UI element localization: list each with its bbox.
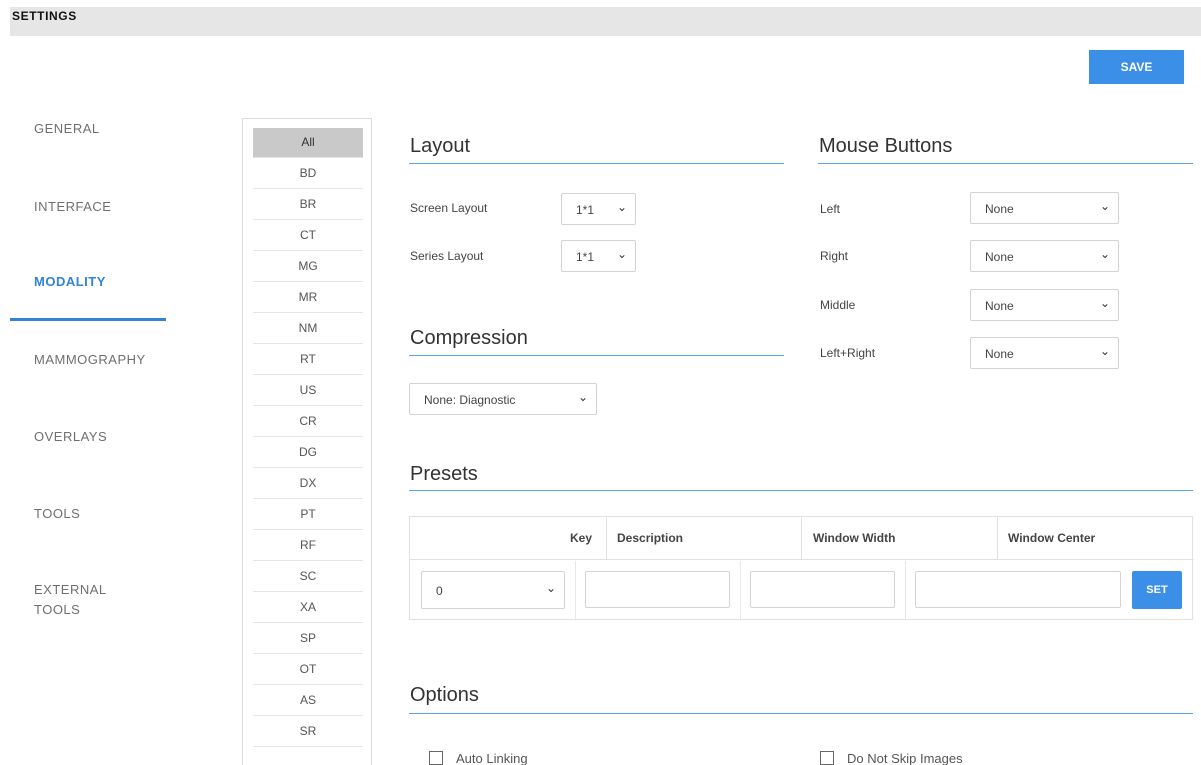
modality-item[interactable]: CR <box>253 407 363 437</box>
page-title: SETTINGS <box>12 9 77 23</box>
column-divider <box>606 517 607 560</box>
select-value: 1*1 <box>576 250 595 264</box>
series-layout-label: Series Layout <box>410 249 484 263</box>
cell-divider <box>575 561 576 619</box>
modality-item[interactable]: BR <box>253 190 363 220</box>
modality-item[interactable]: All <box>253 128 363 158</box>
cell-divider <box>740 561 741 619</box>
layout-heading: Layout <box>410 135 471 157</box>
preset-window-center-input[interactable] <box>915 571 1121 608</box>
chevron-down-icon: ⌄ <box>1099 344 1110 358</box>
mouse-left-right-select[interactable]: None ⌄ <box>970 337 1119 369</box>
select-value: None <box>985 202 1014 216</box>
header-key: Key <box>570 531 593 545</box>
mouse-left-select[interactable]: None ⌄ <box>970 192 1119 224</box>
active-tab-indicator <box>10 318 166 321</box>
select-value: None <box>985 250 1014 264</box>
mouse-left-label: Left <box>820 202 841 216</box>
auto-linking-label: Auto Linking <box>456 751 528 765</box>
modality-item[interactable]: NM <box>253 314 363 344</box>
chevron-down-icon: ⌄ <box>545 581 556 595</box>
select-value: 0 <box>436 584 443 598</box>
header-window-width: Window Width <box>813 531 896 545</box>
preset-key-select[interactable]: 0 ⌄ <box>421 571 565 609</box>
do-not-skip-images-checkbox[interactable] <box>820 751 834 765</box>
chevron-down-icon: ⌄ <box>616 247 627 261</box>
title-bar: SETTINGS <box>0 0 1201 36</box>
sidebar-item-label: TOOLS <box>34 602 81 617</box>
modality-item[interactable]: PT <box>253 500 363 530</box>
sidebar-item-label: EXTERNAL <box>34 582 107 597</box>
presets-divider <box>409 490 1193 491</box>
modality-item[interactable]: US <box>253 376 363 406</box>
screen-layout-label: Screen Layout <box>410 201 488 215</box>
modality-item[interactable]: SR <box>253 717 363 747</box>
compression-divider <box>409 355 784 356</box>
title-band <box>10 7 1201 36</box>
sidebar-item-interface[interactable]: INTERFACE <box>34 197 111 217</box>
header-description: Description <box>617 531 684 545</box>
mouse-buttons-divider <box>818 163 1193 164</box>
chevron-down-icon: ⌄ <box>1099 199 1110 213</box>
set-button[interactable]: SET <box>1132 571 1182 609</box>
mouse-middle-select[interactable]: None ⌄ <box>970 289 1119 321</box>
presets-heading: Presets <box>410 463 478 485</box>
screen-layout-select[interactable]: 1*1 ⌄ <box>561 193 636 225</box>
sidebar-item-tools[interactable]: TOOLS <box>34 504 80 524</box>
column-divider <box>997 517 998 560</box>
sidebar-item-overlays[interactable]: OVERLAYS <box>34 427 107 447</box>
modality-item[interactable]: OT <box>253 655 363 685</box>
compression-heading: Compression <box>410 327 528 349</box>
compression-select[interactable]: None: Diagnostic ⌄ <box>409 383 597 415</box>
modality-item[interactable]: MR <box>253 283 363 313</box>
presets-table-header: Key Description Window Width Window Cent… <box>410 517 1194 560</box>
modality-item[interactable]: DG <box>253 438 363 468</box>
modality-item[interactable]: CT <box>253 221 363 251</box>
header-window-center: Window Center <box>1008 531 1096 545</box>
mouse-right-select[interactable]: None ⌄ <box>970 240 1119 272</box>
select-value: 1*1 <box>576 203 595 217</box>
modality-item[interactable]: MG <box>253 252 363 282</box>
modality-item[interactable]: RF <box>253 531 363 561</box>
chevron-down-icon: ⌄ <box>1099 247 1110 261</box>
mouse-middle-label: Middle <box>820 298 856 312</box>
cell-divider <box>905 561 906 619</box>
options-heading: Options <box>410 684 479 706</box>
select-value: None: Diagnostic <box>424 393 516 407</box>
preset-description-input[interactable] <box>585 571 730 608</box>
mouse-right-label: Right <box>820 249 849 263</box>
modality-item[interactable]: DX <box>253 469 363 499</box>
layout-divider <box>409 163 784 164</box>
sidebar-item-modality[interactable]: MODALITY <box>34 272 106 292</box>
do-not-skip-images-label: Do Not Skip Images <box>847 751 963 765</box>
chevron-down-icon: ⌄ <box>577 390 588 404</box>
modality-item[interactable]: XA <box>253 593 363 623</box>
modality-item[interactable]: SP <box>253 624 363 654</box>
sidebar-item-general[interactable]: GENERAL <box>34 119 100 139</box>
chevron-down-icon: ⌄ <box>1099 296 1110 310</box>
modality-item[interactable]: SC <box>253 562 363 592</box>
series-layout-select[interactable]: 1*1 ⌄ <box>561 240 636 272</box>
sidebar-item-external-tools[interactable]: EXTERNAL TOOLS <box>34 580 107 620</box>
modality-item[interactable]: RT <box>253 345 363 375</box>
mouse-left-right-label: Left+Right <box>820 346 876 360</box>
mouse-buttons-heading: Mouse Buttons <box>819 135 953 157</box>
options-divider <box>409 713 1193 714</box>
preset-window-width-input[interactable] <box>750 571 895 608</box>
chevron-down-icon: ⌄ <box>616 200 627 214</box>
column-divider <box>801 517 802 560</box>
modality-item[interactable]: AS <box>253 686 363 716</box>
select-value: None <box>985 299 1014 313</box>
modality-item[interactable]: BD <box>253 159 363 189</box>
select-value: None <box>985 347 1014 361</box>
save-button[interactable]: SAVE <box>1089 50 1184 84</box>
auto-linking-checkbox[interactable] <box>429 751 443 765</box>
sidebar-item-mammography[interactable]: MAMMOGRAPHY <box>34 350 146 370</box>
